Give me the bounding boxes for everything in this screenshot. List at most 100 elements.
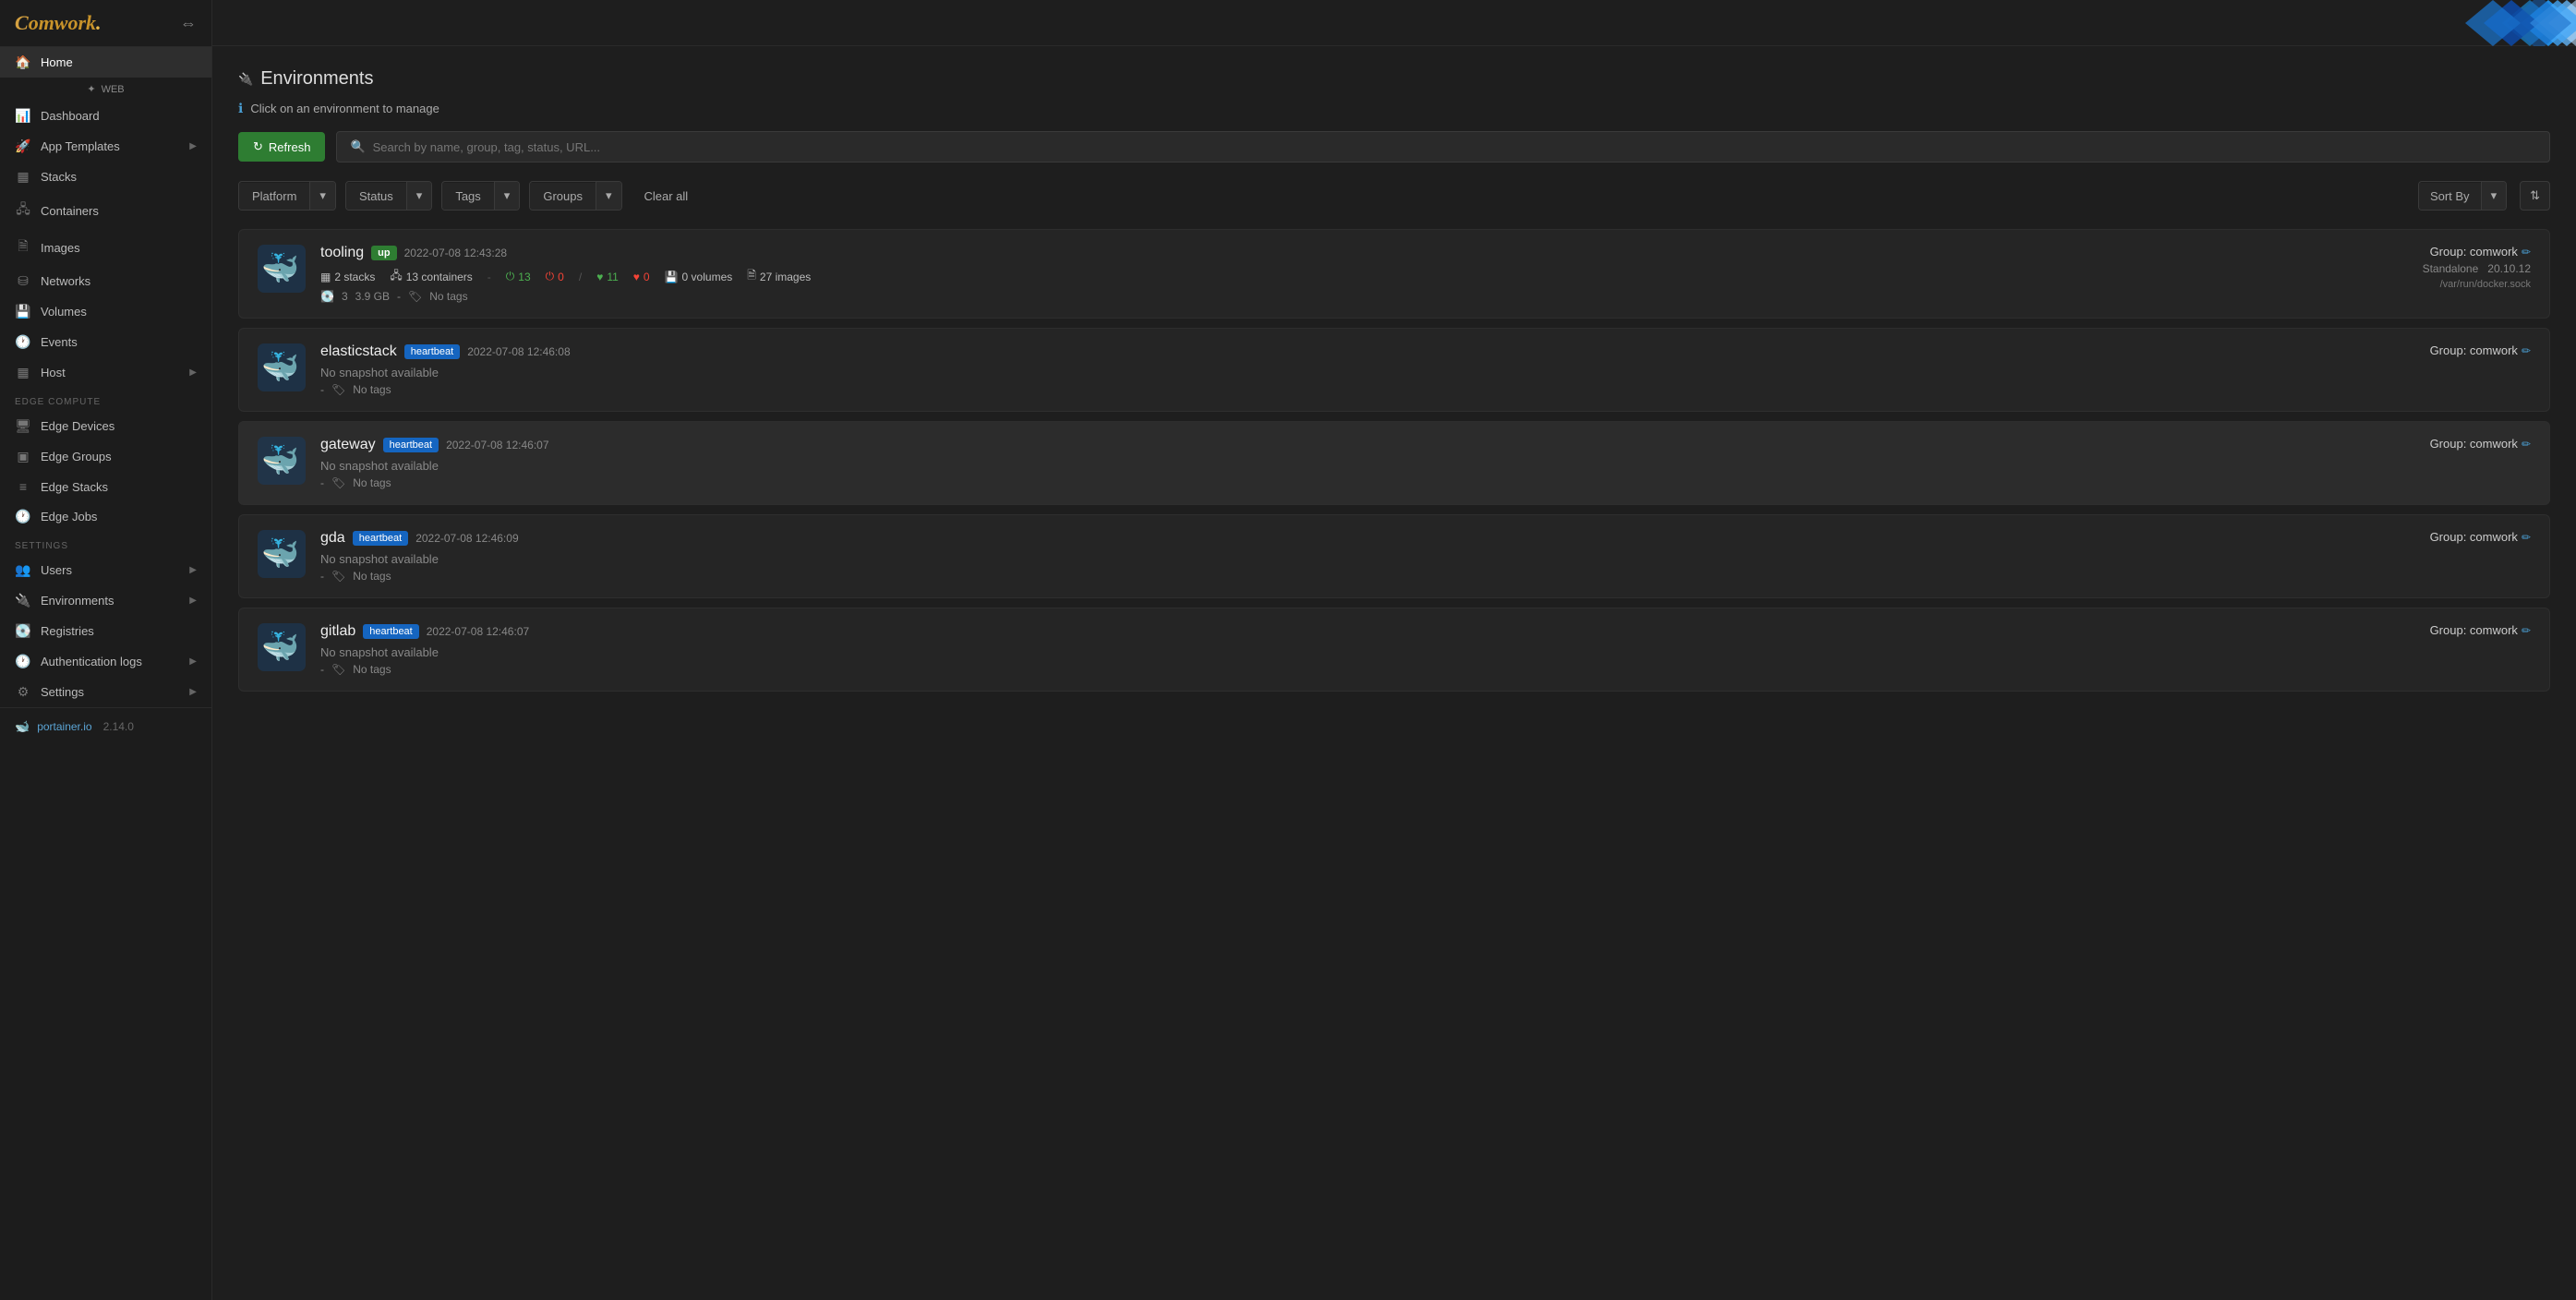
groups-filter[interactable]: Groups ▾ (529, 181, 621, 211)
sidebar: Comwork. ⇔ 🏠 Home ✦ WEB 📊 Dashboard 🚀 Ap… (0, 0, 212, 1300)
sidebar-item-networks[interactable]: ⛁ Networks (0, 266, 211, 296)
env-body-tooling: tooling up 2022-07-08 12:43:28 ▦ 2 stack… (320, 245, 2313, 303)
sort-by-dropdown[interactable]: Sort By ▾ (2418, 181, 2507, 211)
env-card-elasticstack[interactable]: 🐳 elasticstack heartbeat 2022-07-08 12:4… (238, 328, 2550, 412)
tags-filter[interactable]: Tags ▾ (441, 181, 520, 211)
tags-filter-arrow[interactable]: ▾ (494, 182, 520, 210)
sidebar-item-auth-logs[interactable]: 🕐 Authentication logs ▶ (0, 646, 211, 677)
env-card-gateway[interactable]: 🐳 gateway heartbeat 2022-07-08 12:46:07 … (238, 421, 2550, 505)
refresh-icon: ↻ (253, 139, 263, 154)
search-input[interactable] (373, 140, 2536, 154)
env-name-row: tooling up 2022-07-08 12:43:28 (320, 245, 2313, 261)
sidebar-item-stacks[interactable]: ▦ Stacks (0, 162, 211, 192)
tag-icon: 🏷 (408, 290, 422, 303)
edit-group-icon[interactable]: ✏ (2522, 438, 2531, 451)
containers-icon: 🖧 (15, 199, 31, 222)
sidebar-item-registries[interactable]: 💽 Registries (0, 616, 211, 646)
env-meta-row: - 🏷 No tags (320, 570, 2313, 583)
env-tags: No tags (353, 383, 391, 396)
env-name-row: elasticstack heartbeat 2022-07-08 12:46:… (320, 343, 2313, 360)
sidebar-item-label: Containers (41, 204, 99, 218)
settings-label: SETTINGS (0, 532, 211, 555)
sidebar-item-volumes[interactable]: 💾 Volumes (0, 296, 211, 327)
sidebar-logo: Comwork. ⇔ (0, 0, 211, 47)
env-tags: No tags (353, 570, 391, 583)
sidebar-item-events[interactable]: 🕐 Events (0, 327, 211, 357)
sidebar-item-label: Edge Jobs (41, 510, 97, 524)
power-icon: ⏻ (506, 270, 515, 283)
unhealthy-icon: ♥ (633, 271, 640, 283)
chevron-right-icon: ▶ (189, 367, 197, 378)
sidebar-item-containers[interactable]: 🖧 Containers (0, 192, 211, 229)
edge-jobs-icon: 🕐 (15, 509, 31, 524)
sidebar-item-users[interactable]: 👥 Users ▶ (0, 555, 211, 585)
env-icon-gitlab: 🐳 (258, 623, 306, 671)
env-status-badge: heartbeat (404, 344, 460, 359)
env-name: elasticstack (320, 343, 397, 360)
env-right-elasticstack: Group: comwork ✏ (2328, 343, 2531, 357)
refresh-button[interactable]: ↻ Refresh (238, 132, 325, 162)
edit-group-icon[interactable]: ✏ (2522, 624, 2531, 637)
env-name-row: gateway heartbeat 2022-07-08 12:46:07 (320, 437, 2313, 453)
env-right-gda: Group: comwork ✏ (2328, 530, 2531, 544)
tag-icon: 🏷 (331, 383, 345, 396)
env-card-gitlab[interactable]: 🐳 gitlab heartbeat 2022-07-08 12:46:07 N… (238, 608, 2550, 692)
env-status-badge: heartbeat (383, 438, 439, 452)
groups-filter-arrow[interactable]: ▾ (596, 182, 621, 210)
edit-group-icon[interactable]: ✏ (2522, 531, 2531, 544)
sidebar-item-edge-stacks[interactable]: ≡ Edge Stacks (0, 472, 211, 501)
env-group: Group: comwork ✏ (2430, 530, 2531, 544)
logo-text: Comwork. (15, 11, 102, 35)
env-stats: ▦ 2 stacks 🖧 13 containers - ⏻ 13 (320, 267, 2313, 286)
env-timestamp: 2022-07-08 12:46:09 (415, 532, 518, 545)
svg-text:🐳: 🐳 (261, 536, 299, 570)
sort-by-label: Sort By (2419, 183, 2481, 210)
clear-all-button[interactable]: Clear all (632, 183, 702, 210)
sidebar-item-environments[interactable]: 🔌 Environments ▶ (0, 585, 211, 616)
portainer-version: 2.14.0 (103, 720, 134, 733)
containers-stat: 🖧 13 containers (390, 267, 472, 286)
topbar (212, 0, 2576, 46)
info-bar: ℹ Click on an environment to manage (238, 101, 2550, 116)
env-card-gda[interactable]: 🐳 gda heartbeat 2022-07-08 12:46:09 No s… (238, 514, 2550, 598)
env-meta-row: - 🏷 No tags (320, 383, 2313, 396)
env-status-badge: up (371, 246, 396, 260)
platform-filter-arrow[interactable]: ▾ (309, 182, 335, 210)
host-icon: ▦ (15, 365, 31, 380)
storage-icon: 💽 (320, 290, 334, 303)
platform-filter-label: Platform (239, 183, 309, 210)
sidebar-item-images[interactable]: 🗎 Images (0, 229, 211, 266)
sidebar-item-edge-jobs[interactable]: 🕐 Edge Jobs (0, 501, 211, 532)
env-name-row: gda heartbeat 2022-07-08 12:46:09 (320, 530, 2313, 547)
sort-order-button[interactable]: ⇅ (2520, 181, 2550, 211)
edit-group-icon[interactable]: ✏ (2522, 344, 2531, 357)
content-area: 🔌 Environments ℹ Click on an environment… (212, 46, 2576, 1300)
env-card-tooling[interactable]: 🐳 tooling up 2022-07-08 12:43:28 ▦ 2 sta… (238, 229, 2550, 319)
sort-by-arrow[interactable]: ▾ (2481, 182, 2507, 210)
env-timestamp: 2022-07-08 12:43:28 (404, 247, 507, 259)
status-filter[interactable]: Status ▾ (345, 181, 432, 211)
sidebar-toggle-icon[interactable]: ⇔ (180, 14, 197, 33)
sidebar-item-app-templates[interactable]: 🚀 App Templates ▶ (0, 131, 211, 162)
edit-group-icon[interactable]: ✏ (2522, 246, 2531, 259)
sidebar-item-settings[interactable]: ⚙ Settings ▶ (0, 677, 211, 707)
search-icon: 🔍 (350, 139, 365, 154)
sidebar-item-host[interactable]: ▦ Host ▶ (0, 357, 211, 388)
no-snapshot-text: No snapshot available (320, 366, 2313, 379)
status-filter-arrow[interactable]: ▾ (406, 182, 432, 210)
chevron-right-icon: ▶ (189, 141, 197, 151)
stacks-stat: ▦ 2 stacks (320, 271, 375, 283)
storage-count: 3 (342, 290, 348, 303)
sidebar-item-label: Dashboard (41, 109, 100, 123)
sidebar-item-edge-devices[interactable]: 🖥 Edge Devices (0, 411, 211, 441)
sidebar-item-home[interactable]: 🏠 Home (0, 47, 211, 78)
platform-filter[interactable]: Platform ▾ (238, 181, 336, 211)
env-name: gitlab (320, 623, 355, 640)
sidebar-item-dashboard[interactable]: 📊 Dashboard (0, 101, 211, 131)
search-box: 🔍 (336, 131, 2550, 162)
sidebar-item-edge-groups[interactable]: ▣ Edge Groups (0, 441, 211, 472)
env-icon-gda: 🐳 (258, 530, 306, 578)
sidebar-item-label: Authentication logs (41, 655, 142, 668)
heart-icon: ♥ (596, 271, 603, 283)
unhealthy-stat: ♥ 0 (633, 271, 650, 283)
